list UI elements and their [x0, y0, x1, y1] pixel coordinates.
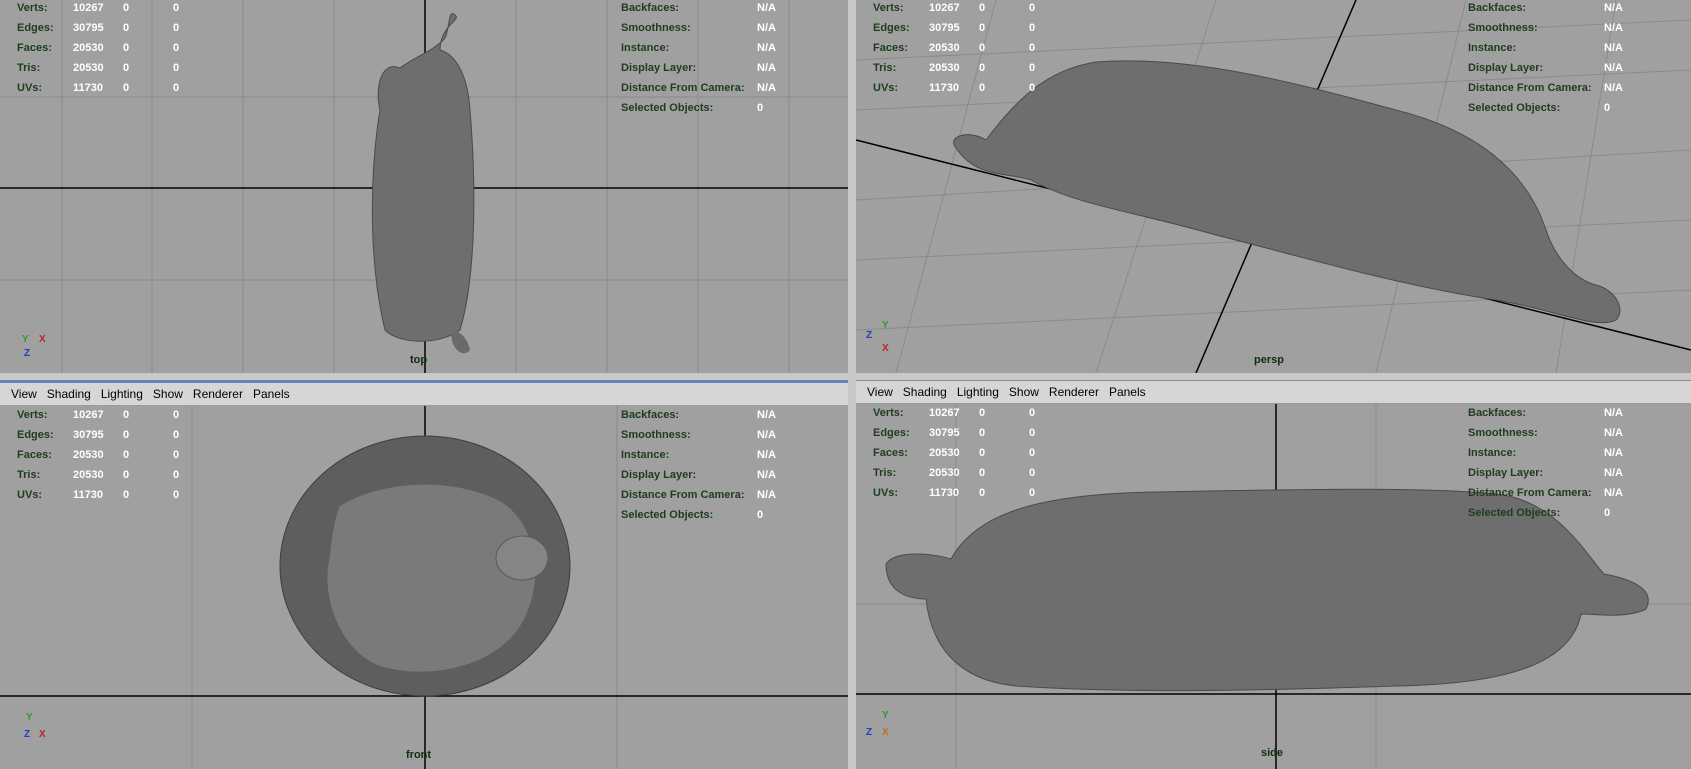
axis-y-icon: Y [26, 712, 33, 723]
poly-count-hud: Verts: 10267 0 0 Edges: 30795 0 0 Faces: 20530 0… [873, 2, 1036, 94]
object-info-hud: Backfaces: N/A Smoothness: N/A Instance: N/… [1468, 2, 1623, 114]
menu-shading[interactable]: Shading [898, 385, 952, 399]
camera-label: side [1261, 747, 1284, 759]
menu-panels[interactable]: Panels [248, 387, 295, 401]
axis-x-icon: X [882, 727, 889, 738]
menu-show[interactable]: Show [1004, 385, 1044, 399]
menu-view[interactable]: View [862, 385, 898, 399]
axis-z-icon: Z [24, 348, 31, 359]
axis-z-icon: Z [24, 729, 31, 740]
axis-z-icon: Z [866, 727, 873, 738]
menu-view[interactable]: View [6, 387, 42, 401]
axis-x-icon: X [39, 334, 46, 345]
viewport-front[interactable]: View Shading Lighting Show Renderer Pane… [0, 380, 848, 769]
menu-shading[interactable]: Shading [42, 387, 96, 401]
axis-z-icon: Z [866, 330, 873, 341]
axis-y-icon: Y [882, 320, 889, 331]
camera-label: persp [1254, 354, 1284, 366]
panel-menubar: View Shading Lighting Show Renderer Pane… [856, 381, 1691, 404]
axis-x-icon: X [882, 343, 889, 354]
menu-lighting[interactable]: Lighting [952, 385, 1004, 399]
object-info-hud: Backfaces: N/A Smoothness: N/A Instance: N/… [621, 409, 776, 521]
viewport-persp[interactable]: Verts: 10267 0 0 Edges: 30795 0 0 Faces: 20530 0… [856, 0, 1691, 373]
menu-show[interactable]: Show [148, 387, 188, 401]
axis-y-icon: Y [22, 334, 29, 345]
menu-panels[interactable]: Panels [1104, 385, 1151, 399]
axis-y-icon: Y [882, 710, 889, 721]
poly-count-hud: Verts: 10267 0 0 Edges: 30795 0 0 Faces: 20530 0… [17, 2, 180, 94]
object-info-hud: Backfaces: N/A Smoothness: N/A Instance: N/… [1468, 407, 1623, 519]
panel-menubar: View Shading Lighting Show Renderer Pane… [0, 383, 848, 406]
poly-count-hud: Verts: 10267 0 0 Edges: 30795 0 0 Faces: 20530 0… [873, 407, 1036, 499]
viewport-side[interactable]: View Shading Lighting Show Renderer Pane… [856, 380, 1691, 769]
poly-count-hud: Verts: 10267 0 0 Edges: 30795 0 0 Faces: 20530 0… [17, 409, 180, 501]
object-info-hud: Backfaces: N/A Smoothness: N/A Instance: N/… [621, 2, 776, 114]
camera-label: front [406, 749, 432, 761]
menu-renderer[interactable]: Renderer [1044, 385, 1104, 399]
axis-x-icon: X [39, 729, 46, 740]
mesh-object[interactable] [371, 13, 475, 342]
viewport-top[interactable]: Verts: 10267 0 0 Edges: 30795 0 0 Faces: 20530 0… [0, 0, 848, 373]
menu-renderer[interactable]: Renderer [188, 387, 248, 401]
camera-label: top [410, 354, 428, 366]
menu-lighting[interactable]: Lighting [96, 387, 148, 401]
